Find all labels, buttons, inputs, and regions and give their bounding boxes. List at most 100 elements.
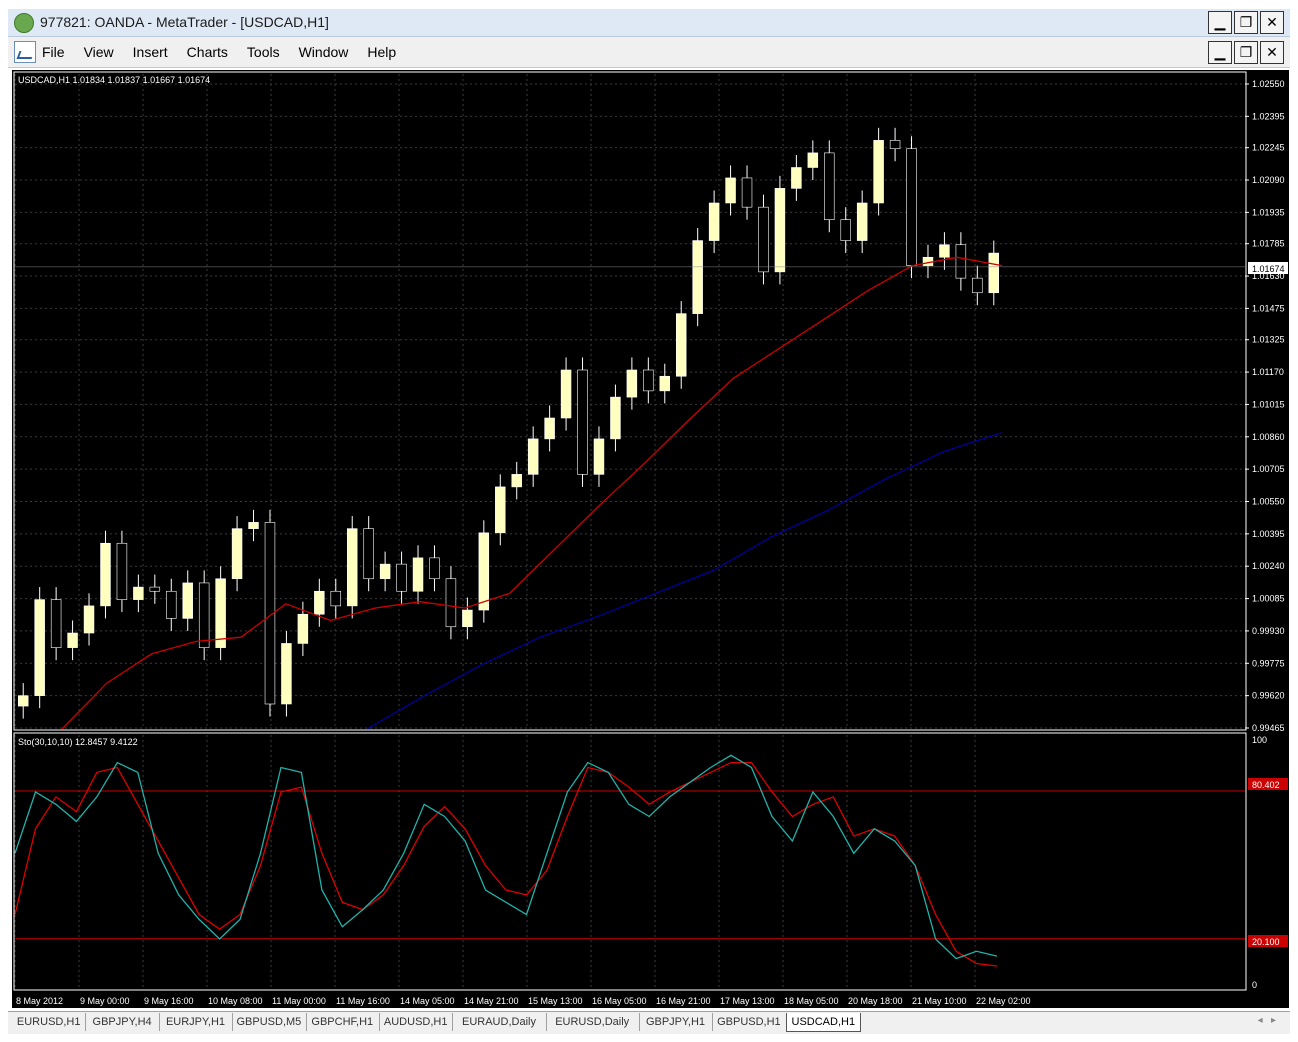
price-tick-label: 1.01170 <box>1252 367 1284 377</box>
candle-body <box>856 202 868 241</box>
candle-body <box>116 542 128 600</box>
candle-body <box>840 219 851 241</box>
candle-body <box>725 177 736 204</box>
candle-body <box>133 586 144 600</box>
candle-body <box>50 599 62 648</box>
time-tick-label: 10 May 08:00 <box>208 996 263 1006</box>
indicator-scale-bottom: 0 <box>1252 980 1257 990</box>
candle-body <box>429 557 440 580</box>
child-close-icon[interactable]: ✕ <box>1260 41 1284 64</box>
menu-file[interactable]: File <box>42 44 65 60</box>
candle-body <box>379 563 391 580</box>
close-icon[interactable]: ✕ <box>1260 11 1284 34</box>
candle-body <box>988 252 1000 294</box>
chart-area[interactable]: 1.02550 1.02395 1.02245 1.02090 1.01935 1.017… <box>12 70 1289 1008</box>
candle-body <box>462 609 473 628</box>
child-restore-icon[interactable]: ❐ <box>1234 41 1258 64</box>
menu-view[interactable]: View <box>84 44 114 60</box>
price-tick-label: 1.00395 <box>1252 529 1285 539</box>
tab-eurjpy-h1[interactable]: EURJPY,H1 <box>159 1013 234 1031</box>
tab-euraud-daily[interactable]: EURAUD,Daily <box>452 1013 547 1031</box>
candle-body <box>297 613 309 644</box>
candle-body <box>741 177 753 208</box>
price-tick-label: 1.02550 <box>1252 79 1285 89</box>
candle-body <box>511 474 522 488</box>
candle-body <box>955 244 967 279</box>
time-tick-label: 14 May 21:00 <box>464 996 519 1006</box>
candle-body <box>889 140 901 150</box>
time-tick-label: 22 May 02:00 <box>976 996 1031 1006</box>
window-controls: ▁ ❐ ✕ <box>1208 11 1284 34</box>
menu-insert[interactable]: Insert <box>133 44 168 60</box>
tab-audusd-h1[interactable]: AUDUSD,H1 <box>379 1013 454 1031</box>
candle-body <box>807 152 819 168</box>
minimize-icon[interactable]: ▁ <box>1208 11 1232 34</box>
price-tick-label: 1.01785 <box>1252 239 1285 249</box>
tab-gbpusd-h1[interactable]: GBPUSD,H1 <box>712 1013 787 1031</box>
price-tick-label: 0.99775 <box>1252 658 1285 668</box>
menu-help[interactable]: Help <box>367 44 396 60</box>
title-bar: 977821: OANDA - MetaTrader - [USDCAD,H1]… <box>8 9 1290 37</box>
candle-body <box>626 369 638 398</box>
price-tick-label: 1.01325 <box>1252 335 1285 345</box>
candle-body <box>758 206 769 273</box>
tab-scroll-arrows[interactable]: ◂ ▸ <box>1258 1015 1276 1026</box>
time-tick-label: 14 May 05:00 <box>400 996 455 1006</box>
indicator-scale-top: 100 <box>1252 735 1267 745</box>
tab-eurusd-h1[interactable]: EURUSD,H1 <box>12 1013 87 1031</box>
price-tick-label: 1.00240 <box>1252 561 1285 571</box>
price-tick-label: 0.99930 <box>1252 626 1285 636</box>
candle-body <box>248 522 259 529</box>
time-tick-label: 16 May 21:00 <box>656 996 711 1006</box>
candle-body <box>659 375 671 392</box>
candle-body <box>824 152 835 220</box>
time-tick-label: 9 May 00:00 <box>80 996 130 1006</box>
price-tick-label: 1.01475 <box>1252 303 1285 313</box>
candle-body <box>215 578 226 648</box>
menu-tools[interactable]: Tools <box>247 44 280 60</box>
price-tick-label: 1.00705 <box>1252 464 1285 474</box>
menu-charts[interactable]: Charts <box>187 44 228 60</box>
tab-gbpusd-m5[interactable]: GBPUSD,M5 <box>232 1013 307 1031</box>
current-price-label: 1.01674 <box>1252 264 1285 274</box>
tab-gbpjpy-h1[interactable]: GBPJPY,H1 <box>639 1013 714 1031</box>
candle-body <box>478 532 490 611</box>
menu-bar: File View Insert Charts Tools Window Hel… <box>8 37 1290 68</box>
price-tick-label: 0.99620 <box>1252 691 1285 701</box>
chart-window-icon[interactable] <box>14 41 36 63</box>
candle-body <box>939 244 950 258</box>
candle-body <box>527 438 539 475</box>
menu-window[interactable]: Window <box>299 44 349 60</box>
candle-body <box>100 542 111 607</box>
candle-body <box>791 167 802 189</box>
chart-tabs: EURUSD,H1 GBPJPY,H4 EURJPY,H1 GBPUSD,M5 GBPC… <box>8 1011 1290 1034</box>
tab-usdcad-h1[interactable]: USDCAD,H1 <box>785 1013 861 1032</box>
candle-body <box>83 605 95 634</box>
time-tick-label: 18 May 05:00 <box>784 996 839 1006</box>
price-tick-label: 1.00085 <box>1252 594 1285 604</box>
candle-body <box>593 438 605 475</box>
candle-body <box>708 202 720 241</box>
candle-body <box>363 528 374 580</box>
tab-gbpchf-h1[interactable]: GBPCHF,H1 <box>306 1013 380 1031</box>
time-tick-label: 11 May 16:00 <box>336 996 390 1006</box>
restore-icon[interactable]: ❐ <box>1234 11 1258 34</box>
level-low-label: 20.100 <box>1252 937 1280 947</box>
price-chart[interactable]: 1.02550 1.02395 1.02245 1.02090 1.01935 1.017… <box>12 70 1289 1008</box>
tab-eurusd-daily[interactable]: EURUSD,Daily <box>546 1013 640 1031</box>
price-tick-label: 1.00860 <box>1252 432 1285 442</box>
time-tick-label: 21 May 10:00 <box>912 996 967 1006</box>
candle-body <box>610 396 621 440</box>
time-tick-label: 15 May 13:00 <box>528 996 583 1006</box>
time-tick-label: 9 May 16:00 <box>144 996 194 1006</box>
candle-body <box>281 643 292 705</box>
price-tick-label: 1.01935 <box>1252 207 1285 217</box>
child-minimize-icon[interactable]: ▁ <box>1208 41 1232 64</box>
app-icon <box>14 13 34 33</box>
candle-body <box>166 590 177 619</box>
price-tick-label: 1.01015 <box>1252 399 1285 409</box>
candle-body <box>330 590 342 607</box>
candle-body <box>17 695 29 707</box>
tab-gbpjpy-h4[interactable]: GBPJPY,H4 <box>85 1013 160 1031</box>
candle-body <box>544 417 555 440</box>
